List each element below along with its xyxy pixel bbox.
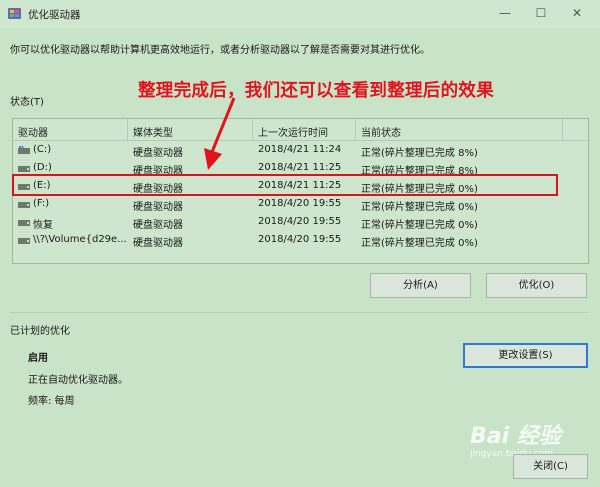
last-run-time: 2018/4/20 19:55	[258, 216, 342, 227]
windows-drive-icon	[18, 146, 30, 154]
column-header-media-type[interactable]: 媒体类型	[133, 124, 173, 139]
section-divider	[10, 312, 588, 313]
column-separator	[355, 119, 356, 141]
last-run-time: 2018/4/20 19:55	[258, 198, 342, 209]
current-status: 正常(碎片整理已完成 0%)	[361, 220, 478, 231]
analyze-button[interactable]: 分析(A)	[370, 273, 471, 298]
drive-name: (D:)	[33, 162, 52, 173]
maximize-button[interactable]: ☐	[522, 0, 560, 28]
schedule-status-text: 正在自动优化驱动器。	[28, 375, 128, 386]
column-header-drive[interactable]: 驱动器	[18, 124, 48, 139]
defrag-app-icon	[8, 8, 21, 19]
media-type: 硬盘驱动器	[133, 148, 183, 159]
window-title: 优化驱动器	[28, 9, 81, 21]
drive-name: 恢复	[33, 220, 53, 231]
media-type: 硬盘驱动器	[133, 220, 183, 231]
optimize-button[interactable]: 优化(O)	[486, 273, 587, 298]
column-header-last-run[interactable]: 上一次运行时间	[258, 124, 328, 139]
drive-name: (F:)	[33, 198, 50, 209]
drive-name: (C:)	[33, 144, 52, 155]
watermark-logo: Bai 经验	[470, 424, 561, 449]
schedule-frequency: 频率: 每周	[28, 396, 75, 407]
close-window-button[interactable]: ✕	[558, 0, 596, 28]
hard-drive-icon	[18, 202, 30, 208]
media-type: 硬盘驱动器	[133, 202, 183, 213]
column-separator	[127, 119, 128, 141]
table-row[interactable]: 恢复 硬盘驱动器 2018/4/20 19:55 正常(碎片整理已完成 0%)	[13, 213, 588, 231]
last-run-time: 2018/4/21 11:24	[258, 144, 342, 155]
column-separator	[562, 119, 563, 141]
status-label: 状态(T)	[10, 97, 44, 108]
current-status: 正常(碎片整理已完成 8%)	[361, 148, 478, 159]
current-status: 正常(碎片整理已完成 0%)	[361, 202, 478, 213]
red-arrow-icon	[204, 97, 236, 170]
table-row[interactable]: (C:) 硬盘驱动器 2018/4/21 11:24 正常(碎片整理已完成 8%…	[13, 141, 588, 159]
title-bar: 优化驱动器 — ☐ ✕	[0, 0, 600, 28]
last-run-time: 2018/4/20 19:55	[258, 234, 342, 245]
media-type: 硬盘驱动器	[133, 238, 183, 249]
hard-drive-icon	[18, 220, 30, 226]
drive-name: \\?\Volume{d29e...	[33, 234, 127, 245]
highlight-rectangle	[12, 174, 558, 196]
hard-drive-icon	[18, 166, 30, 172]
current-status: 正常(碎片整理已完成 0%)	[361, 238, 478, 249]
change-settings-button[interactable]: 更改设置(S)	[463, 343, 588, 368]
hard-drive-icon	[18, 238, 30, 244]
description-text: 你可以优化驱动器以帮助计算机更高效地运行，或者分析驱动器以了解是否需要对其进行优…	[10, 45, 430, 56]
table-row[interactable]: \\?\Volume{d29e... 硬盘驱动器 2018/4/20 19:55…	[13, 231, 588, 249]
minimize-button[interactable]: —	[486, 0, 524, 28]
schedule-state: 启用	[28, 353, 48, 364]
scheduled-optimization-label: 已计划的优化	[10, 326, 70, 337]
column-header-status[interactable]: 当前状态	[361, 124, 401, 139]
table-row[interactable]: (F:) 硬盘驱动器 2018/4/20 19:55 正常(碎片整理已完成 0%…	[13, 195, 588, 213]
close-button[interactable]: 关闭(C)	[513, 454, 588, 479]
table-header: 驱动器 媒体类型 上一次运行时间 当前状态	[13, 119, 588, 141]
last-run-time: 2018/4/21 11:25	[258, 162, 342, 173]
annotation-text: 整理完成后，我们还可以查看到整理后的效果	[138, 81, 494, 101]
